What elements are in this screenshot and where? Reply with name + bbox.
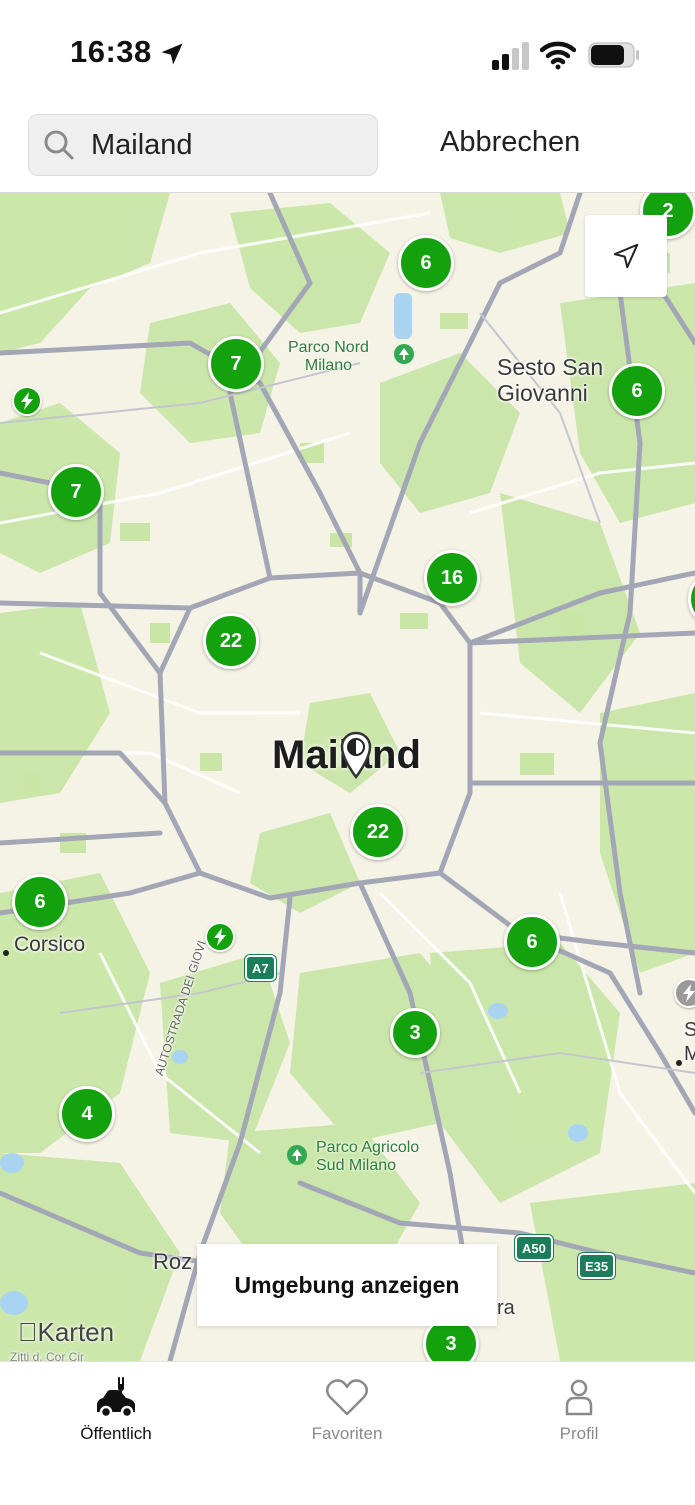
sesto-line1: Sesto San <box>497 354 604 380</box>
map-pin-icon <box>340 731 372 780</box>
cluster-marker[interactable]: 3 <box>390 1008 440 1058</box>
lightning-icon <box>214 928 226 946</box>
park-label-agricolo: Parco Agricolo Sud Milano <box>316 1139 419 1175</box>
cluster-marker[interactable]: 7 <box>48 464 104 520</box>
place-label-zitti: Zitti d. Cor Cir <box>10 1350 85 1361</box>
cluster-marker[interactable]: 22 <box>203 613 259 669</box>
cluster-marker[interactable]: 7 <box>208 336 264 392</box>
heart-icon <box>326 1379 368 1416</box>
cluster-marker[interactable]: 4 <box>59 1086 115 1142</box>
attribution-text: Karten <box>18 1317 115 1347</box>
lightning-icon <box>21 392 33 410</box>
person-icon <box>565 1379 593 1416</box>
sesto-line2: Giovanni <box>497 380 588 406</box>
search-icon <box>44 130 74 160</box>
battery-icon <box>588 42 639 68</box>
park-tree-icon <box>287 1145 307 1165</box>
place-label-rozzano: Roz <box>153 1249 193 1274</box>
cluster-marker[interactable]: 22 <box>350 804 406 860</box>
map-view[interactable]: Parco Nord Milano Parco Agricolo Sud Mil… <box>0 193 695 1361</box>
place-dot <box>3 950 9 956</box>
cancel-button[interactable]: Abbrechen <box>440 126 580 159</box>
tab-bar: Öffentlich Favoriten Profil <box>0 1361 695 1505</box>
tab-label: Profil <box>559 1424 599 1443</box>
location-arrow-icon <box>613 243 639 269</box>
road-shield-e35: E35 <box>578 1253 616 1279</box>
status-bar: 16:38 <box>0 0 695 100</box>
road-shield-a7: A7 <box>245 955 276 981</box>
park-agricolo-line1: Parco Agricolo <box>316 1139 420 1156</box>
search-row: Abbrechen <box>0 100 695 193</box>
cluster-marker[interactable]: 16 <box>424 550 480 606</box>
cluster-marker[interactable]: 6 <box>504 914 560 970</box>
cluster-marker[interactable]: 6 <box>609 363 665 419</box>
park-nord-line2: Milano <box>304 357 353 374</box>
lightning-icon <box>683 984 695 1002</box>
charger-marker[interactable] <box>205 922 235 952</box>
charger-marker[interactable] <box>12 386 42 416</box>
road-shield-a50: A50 <box>515 1235 553 1261</box>
cluster-marker[interactable]: 6 <box>12 874 68 930</box>
park-tree-icon <box>394 344 414 364</box>
park-label-nord: Parco Nord Milano <box>288 339 369 375</box>
cellular-signal-icon <box>492 42 529 70</box>
tab-oeffentlich[interactable]: Öffentlich <box>0 1362 232 1462</box>
tab-label: Öffentlich <box>80 1424 152 1443</box>
ev-car-icon <box>97 1377 135 1418</box>
place-label-corsico: Corsico <box>14 933 86 956</box>
locate-button[interactable] <box>585 215 667 297</box>
search-input[interactable] <box>91 125 361 165</box>
park-nord-line1: Parco Nord <box>288 339 369 356</box>
place-label-sesto: Sesto San Giovanni <box>497 354 603 406</box>
location-arrow-icon <box>161 43 183 65</box>
place-label-s: S <box>684 1019 695 1041</box>
place-label-m: M <box>684 1043 695 1065</box>
tab-favoriten[interactable]: Favoriten <box>231 1362 463 1462</box>
maps-attribution: Karten <box>18 1317 114 1348</box>
cluster-marker[interactable]: 6 <box>398 235 454 291</box>
place-label-ra: ra <box>497 1297 515 1319</box>
show-area-button[interactable]: Umgebung anzeigen <box>197 1244 497 1326</box>
place-dot <box>676 1060 682 1066</box>
apple-logo-icon:  <box>18 1317 38 1347</box>
park-agricolo-line2: Sud Milano <box>316 1157 397 1174</box>
tab-profil[interactable]: Profil <box>463 1362 695 1462</box>
wifi-icon <box>540 41 576 70</box>
search-box[interactable] <box>28 114 378 176</box>
tab-label: Favoriten <box>311 1424 383 1443</box>
status-time: 16:38 <box>70 34 152 69</box>
